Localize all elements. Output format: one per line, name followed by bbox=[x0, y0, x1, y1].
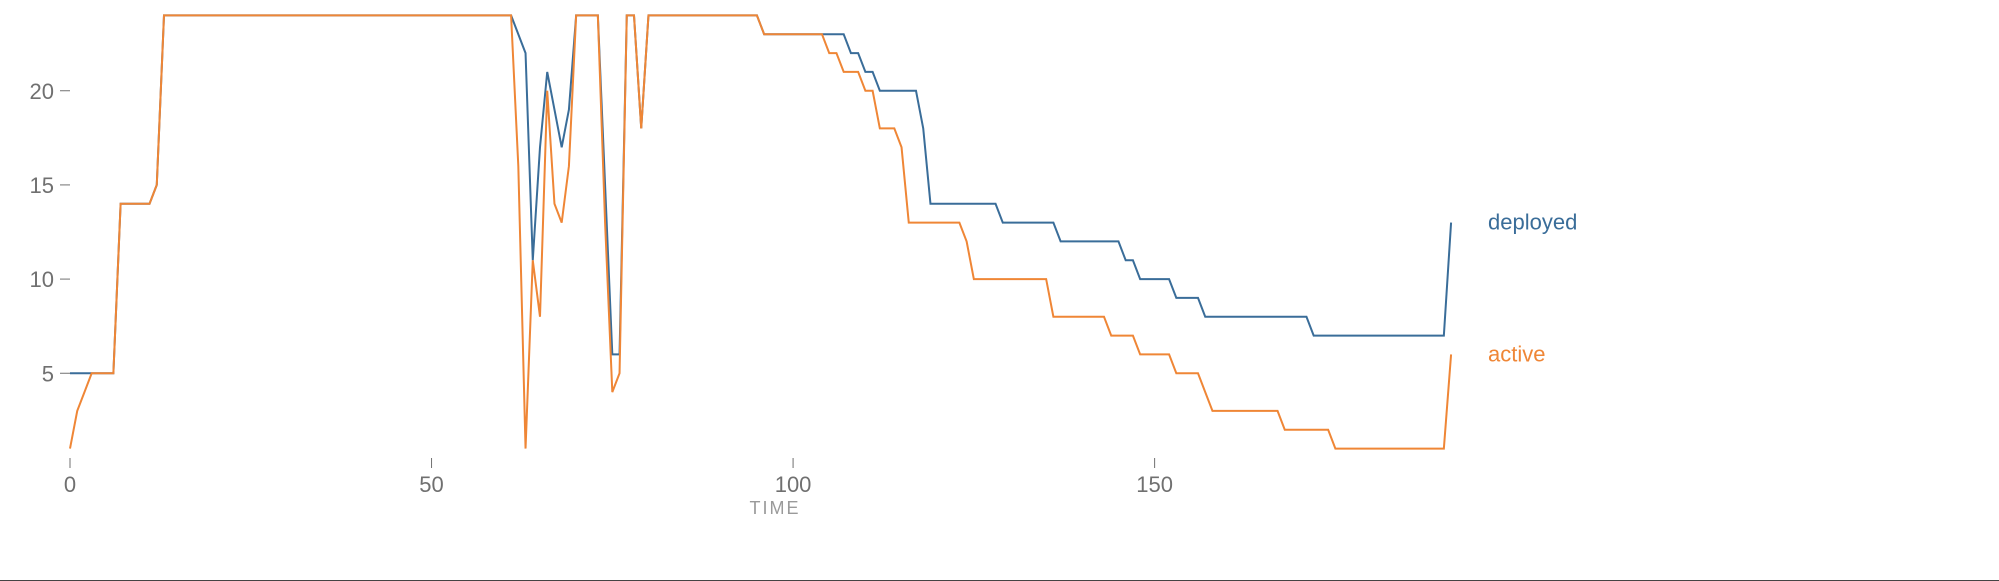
y-tick-label: 10 bbox=[30, 267, 54, 292]
series-deployed bbox=[70, 15, 1451, 373]
y-tick-label: 20 bbox=[30, 79, 54, 104]
x-tick-label: 100 bbox=[775, 472, 812, 497]
chart-container: 5 10 15 20 0 50 100 150 TIME deployed active bbox=[0, 0, 1999, 581]
series-label-deployed: deployed bbox=[1488, 210, 1577, 235]
series-label-active: active bbox=[1488, 341, 1545, 366]
x-tick-label: 50 bbox=[419, 472, 443, 497]
line-chart: 5 10 15 20 0 50 100 150 TIME deployed active bbox=[0, 0, 1999, 581]
y-tick-label: 5 bbox=[42, 361, 54, 386]
x-tick-label: 150 bbox=[1136, 472, 1173, 497]
x-tick-label: 0 bbox=[64, 472, 76, 497]
x-axis-label: TIME bbox=[750, 498, 801, 518]
y-tick-label: 15 bbox=[30, 173, 54, 198]
series-active bbox=[70, 15, 1451, 448]
